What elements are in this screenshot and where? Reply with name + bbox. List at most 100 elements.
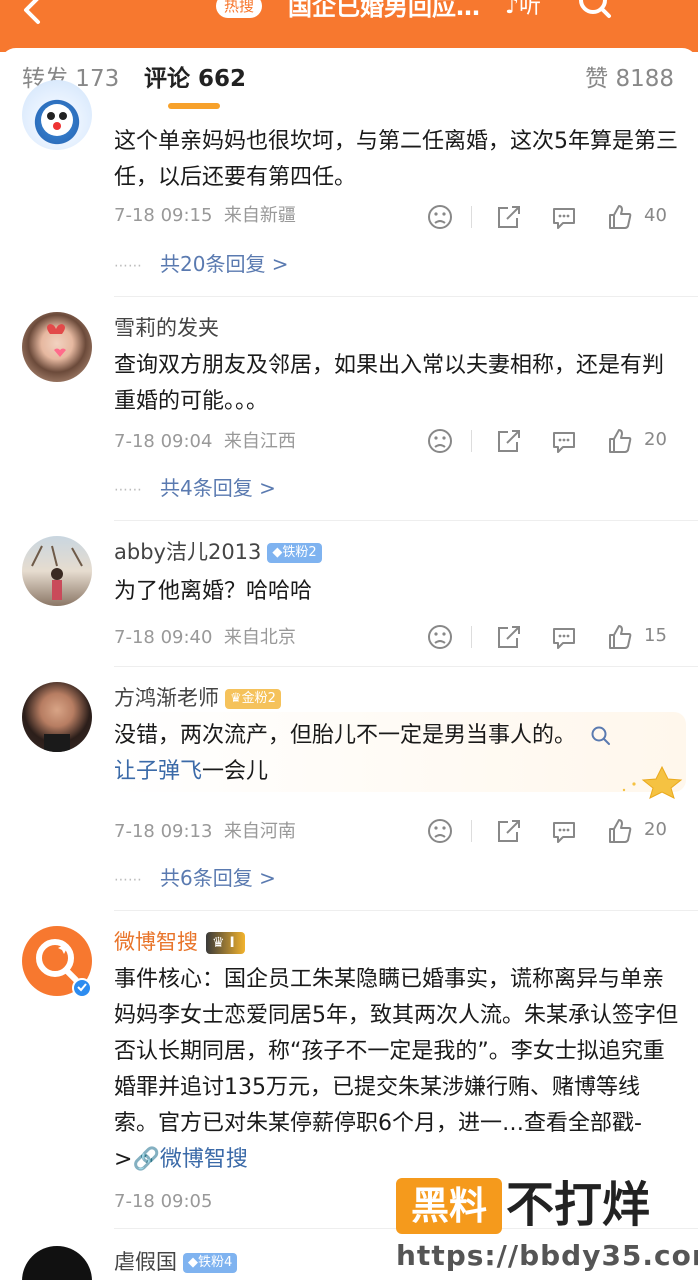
like-count: 15 [644,625,667,646]
user-name-text: 方鸿渐老师 [114,686,219,710]
hot-search-badge: 热搜 [216,0,263,18]
tab-like[interactable]: 赞 8188 [585,64,674,94]
comment-meta: 7-18 09:13 来自河南 [114,820,296,844]
listen-button[interactable]: ♪听 [505,0,541,24]
comment-time: 7-18 09:05 [114,1191,213,1212]
like-count: 20 [644,429,667,450]
dislike-face-icon[interactable] [426,202,454,232]
fan-badge-label: 金粉2 [241,691,276,706]
share-icon[interactable] [494,202,522,232]
reply-icon[interactable] [550,816,578,846]
divider [471,430,472,452]
replies-label: 共4条回复 > [160,476,276,500]
comment-meta: 7-18 09:15 来自新疆 [114,204,296,228]
comment-text: 事件核心：国企员工朱某隐瞒已婚事实，谎称离异与单亲妈妈李女士恋爱同居5年，致其两… [114,962,680,1178]
comment-item: 方鸿渐老师 ♛金粉2 没错，两次流产，但胎儿不一定是男当事人的。 让子弹飞一会儿 7… [0,668,698,912]
user-name[interactable]: 微博智搜 ♛ I [114,928,245,956]
view-replies-link[interactable]: ⋯⋯ 共20条回复 > [114,250,289,280]
dislike-face-icon[interactable] [426,426,454,456]
replies-label: 共6条回复 > [160,866,276,890]
fan-badge: ◆铁粉2 [267,543,322,563]
top-bar: 热搜 国企已婚男回应… ♪听 [0,0,698,52]
comment-text: 没错，两次流产，但胎儿不一定是男当事人的。 让子弹飞一会儿 [114,718,680,790]
user-name[interactable]: 方鸿渐老师 ♛金粉2 [114,684,281,712]
more-icon[interactable] [638,0,682,22]
watermark-box: 黑料 [396,1178,502,1234]
divider [114,910,698,911]
avatar[interactable] [22,80,92,150]
gold-star-badge-icon [622,765,683,799]
share-icon[interactable] [494,622,522,652]
music-note-icon: ♪ [505,0,520,19]
comment-text-line: 没错，两次流产，但胎儿不一定是男当事人的。 [114,723,577,748]
watermark: 黑料 不打烊 https://bbdy35.com [396,1172,698,1280]
divider [114,296,698,297]
share-icon[interactable] [494,816,522,846]
diamond-icon: ◆ [272,545,283,560]
divider [471,626,472,648]
dislike-face-icon[interactable] [426,622,454,652]
avatar[interactable] [22,1246,92,1280]
fan-badge-label: 铁粉4 [198,1255,233,1270]
source-link[interactable]: 🔗微博智搜 [132,1147,247,1172]
share-icon[interactable] [494,426,522,456]
member-level-badge: ♛ I [206,932,245,954]
avatar[interactable] [22,536,92,606]
back-arrow-icon[interactable] [14,0,54,34]
comment-meta: 7-18 09:05 [114,1190,212,1214]
dislike-face-icon[interactable] [426,816,454,846]
page-title: 国企已婚男回应… [288,0,480,21]
topic-link[interactable]: 让子弹飞 [114,759,202,784]
comment-item: 这个单亲妈妈也很坎坷，与第二任离婚，这次5年算是第三任，以后还要有第四任。 7-… [0,80,698,300]
comment-location: 来自江西 [223,431,296,452]
user-name[interactable]: 雪莉的发夹 [114,314,219,342]
watermark-url: https://bbdy35.com [396,1239,698,1272]
like-thumb-icon[interactable] [606,816,634,846]
crown-icon: ♛ [212,935,225,951]
avatar[interactable] [22,926,92,998]
fan-badge: ◆铁粉4 [183,1253,238,1273]
like-thumb-icon[interactable] [606,202,634,232]
comment-actions: 15 [426,622,676,652]
divider [471,206,472,228]
search-icon[interactable] [590,725,612,747]
divider [114,520,698,521]
comment-item: 雪莉的发夹 查询双方朋友及邻居，如果出入常以夫妻相称，还是有判重婚的可能。。。 … [0,300,698,522]
avatar[interactable] [22,312,92,382]
reply-icon[interactable] [550,622,578,652]
crown-icon: ♛ [230,691,242,706]
view-replies-link[interactable]: ⋯⋯ 共6条回复 > [114,864,276,894]
view-replies-link[interactable]: ⋯⋯ 共4条回复 > [114,474,276,504]
reply-icon[interactable] [550,202,578,232]
user-name[interactable]: 虐假国 ◆铁粉4 [114,1248,238,1276]
user-name-text: 虐假国 [114,1250,177,1274]
dots-icon: ⋯⋯ [114,871,142,888]
comment-text: 查询双方朋友及邻居，如果出入常以夫妻相称，还是有判重婚的可能。。。 [114,353,665,414]
tab-comment[interactable]: 评论 662 [144,64,246,94]
dots-icon: ⋯⋯ [114,481,142,498]
active-tab-indicator [168,103,220,109]
comment-time: 7-18 09:04 [114,431,213,452]
fan-badge-label: 铁粉2 [282,545,317,560]
search-icon[interactable] [575,0,615,26]
tab-bar: 转发 173 评论 662 赞 8188 [0,48,698,110]
user-name[interactable]: abby洁儿2013 ◆铁粉2 [114,538,322,566]
comment-meta: 7-18 09:40 来自北京 [114,626,296,650]
like-count: 20 [644,819,667,840]
member-level-label: I [229,935,235,951]
diamond-icon: ◆ [188,1255,198,1270]
comment-text-tail: 一会儿 [202,759,269,784]
watermark-text: 不打烊 [506,1177,651,1233]
comment-item: abby洁儿2013 ◆铁粉2 为了他离婚？哈哈哈 7-18 09:40 来自北京… [0,522,698,668]
comment-time: 7-18 09:40 [114,627,213,648]
user-name-text: 微博智搜 [114,930,198,954]
listen-label: 听 [519,0,542,19]
like-thumb-icon[interactable] [606,622,634,652]
comment-location: 来自河南 [223,821,296,842]
source-link-label: 微博智搜 [159,1147,248,1172]
like-thumb-icon[interactable] [606,426,634,456]
like-count: 40 [644,205,667,226]
reply-icon[interactable] [550,426,578,456]
comment-actions: 20 [426,426,676,456]
divider [114,666,698,667]
